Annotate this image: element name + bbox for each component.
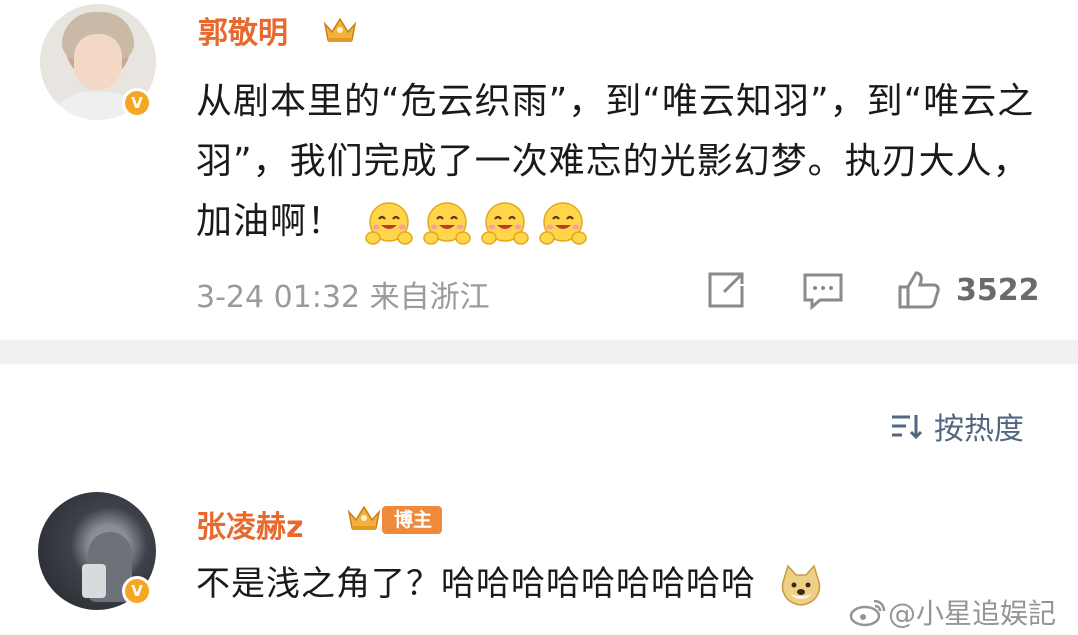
like-count: 3522 xyxy=(956,272,1040,308)
comment-username[interactable]: 张凌赫z xyxy=(196,502,303,546)
share-button[interactable] xyxy=(704,266,748,314)
section-divider xyxy=(0,340,1078,364)
comment-button[interactable] xyxy=(800,266,846,314)
post-username[interactable]: 郭敬明 xyxy=(198,8,288,52)
thumbs-up-icon xyxy=(898,271,940,309)
like-button[interactable]: 3522 xyxy=(896,266,1040,314)
share-icon xyxy=(708,272,744,308)
crown-icon xyxy=(347,505,381,530)
doge-emoji xyxy=(781,564,820,606)
comment-icon xyxy=(803,273,843,310)
sort-toggle[interactable]: 按热度 xyxy=(890,404,1024,448)
watermark-text: @小星追娱記 xyxy=(888,597,1057,630)
weibo-logo-icon xyxy=(849,599,886,627)
smile-hands-emoji xyxy=(481,202,530,245)
comment-body: 不是浅之角了？哈哈哈哈哈哈哈哈哈 xyxy=(196,564,756,604)
post-text: 从剧本里的“危云织雨”，到“唯云知羽”，到“唯云之羽”，我们完成了一次难忘的光影… xyxy=(196,81,1035,242)
comment-text: 不是浅之角了？哈哈哈哈哈哈哈哈哈 xyxy=(196,556,826,609)
sort-label: 按热度 xyxy=(934,412,1024,447)
post-time: 3-24 01:32 xyxy=(196,280,361,315)
avatar-face xyxy=(74,34,122,90)
post-source: 来自浙江 xyxy=(369,280,490,315)
post-meta: 3-24 01:32 来自浙江 xyxy=(196,272,490,316)
smile-hands-emoji xyxy=(423,202,472,245)
watermark: @小星追娱記 xyxy=(848,592,1056,632)
verified-badge-icon: V xyxy=(122,88,152,118)
emoji-group xyxy=(356,201,588,245)
sort-icon xyxy=(892,415,923,440)
verified-badge-icon: V xyxy=(122,576,152,606)
post-content: 从剧本里的“危云织雨”，到“唯云知羽”，到“唯云之羽”，我们完成了一次难忘的光影… xyxy=(196,72,1046,252)
smile-hands-emoji xyxy=(539,202,588,245)
crown-icon xyxy=(323,17,357,42)
post-card: V 郭敬明 从剧本里的“危云织雨”，到“唯云知羽”，到“唯云之羽”，我们完成了一… xyxy=(0,0,1078,340)
smile-hands-emoji xyxy=(365,202,414,245)
blogger-badge: 博主 xyxy=(382,506,443,534)
avatar-cup xyxy=(82,564,106,598)
